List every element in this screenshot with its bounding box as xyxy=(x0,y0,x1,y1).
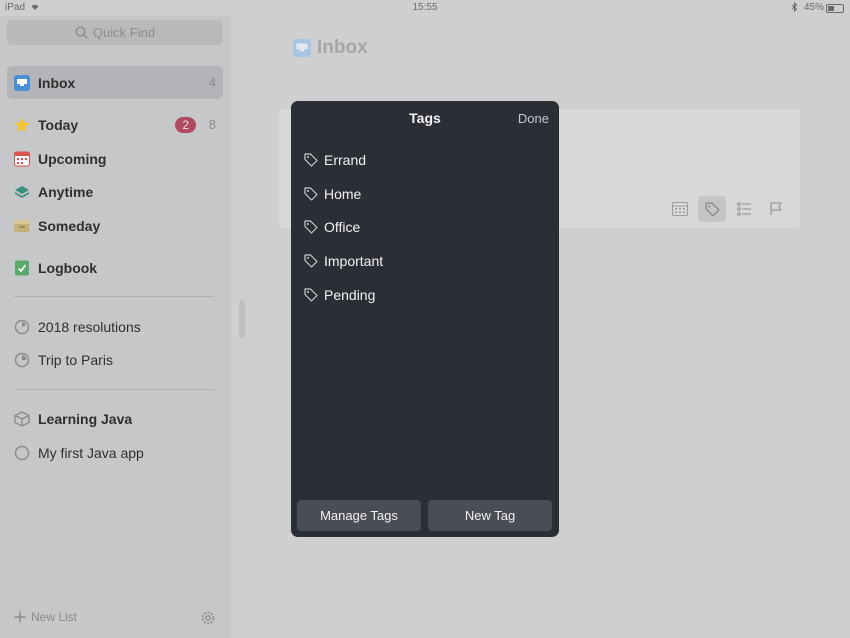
sidebar-item-label: Someday xyxy=(38,217,101,234)
battery-percent: 45% xyxy=(804,2,825,13)
tag-icon xyxy=(304,220,318,234)
sidebar-divider xyxy=(14,389,214,390)
calendar-icon xyxy=(14,151,30,167)
manage-tags-button[interactable]: Manage Tags xyxy=(297,500,421,531)
battery-icon xyxy=(826,4,844,13)
sidebar-item-inbox[interactable]: Inbox 4 xyxy=(7,66,223,99)
checklist-icon xyxy=(736,202,751,216)
sidebar-item-upcoming[interactable]: Upcoming xyxy=(7,142,223,175)
tag-icon xyxy=(304,288,318,302)
sidebar-area[interactable]: Learning Java xyxy=(7,402,223,435)
quick-find-search[interactable]: Quick Find xyxy=(7,20,223,45)
page-title-text: Inbox xyxy=(317,37,368,58)
logbook-icon xyxy=(14,260,30,276)
today-count: 8 xyxy=(208,117,216,132)
tag-icon xyxy=(704,201,720,217)
sidebar-item-label: Today xyxy=(38,116,79,133)
sidebar-item-label: Trip to Paris xyxy=(38,351,113,368)
inbox-icon xyxy=(293,39,311,57)
sidebar-resize-handle[interactable] xyxy=(239,300,245,338)
sidebar-item-label: Learning Java xyxy=(38,410,133,427)
search-icon xyxy=(75,26,88,39)
page-title: Inbox xyxy=(293,37,368,59)
tag-label: Pending xyxy=(324,287,376,303)
tag-icon xyxy=(304,153,318,167)
sidebar-item-label: Inbox xyxy=(38,74,76,91)
tag-item[interactable]: Pending xyxy=(304,282,544,308)
new-list-button[interactable]: New List xyxy=(14,610,77,624)
done-button[interactable]: Done xyxy=(518,111,549,126)
new-tag-button[interactable]: New Tag xyxy=(428,500,552,531)
tag-label: Office xyxy=(324,219,361,235)
tag-icon xyxy=(304,254,318,268)
sidebar-project[interactable]: 2018 resolutions xyxy=(7,310,223,343)
status-bar: iPad 15:55 45% xyxy=(0,0,850,16)
sidebar-item-label: Anytime xyxy=(38,183,94,200)
archive-box-icon xyxy=(14,218,30,234)
quick-find-placeholder: Quick Find xyxy=(92,25,156,40)
project-progress-icon xyxy=(14,445,30,461)
tag-icon xyxy=(304,187,318,201)
tags-popover: Tags Done Errand Home Office Important P… xyxy=(291,101,559,537)
sidebar: Quick Find Inbox 4 Today 2 8 Upcoming An… xyxy=(0,16,231,638)
calendar-icon xyxy=(672,202,688,216)
tag-item[interactable]: Office xyxy=(304,214,544,240)
tag-item[interactable]: Errand xyxy=(304,147,544,173)
star-icon xyxy=(14,117,30,133)
inbox-count: 4 xyxy=(208,75,216,90)
layers-icon xyxy=(14,184,30,200)
settings-gear-icon[interactable] xyxy=(200,610,216,626)
sidebar-item-today[interactable]: Today 2 8 xyxy=(7,108,223,141)
tag-label: Important xyxy=(324,253,384,269)
deadline-flag-button[interactable] xyxy=(762,196,790,222)
sidebar-project[interactable]: Trip to Paris xyxy=(7,343,223,376)
flag-icon xyxy=(770,202,782,215)
project-progress-icon xyxy=(14,319,30,335)
tags-button[interactable] xyxy=(698,196,726,222)
tag-label: Errand xyxy=(324,152,367,168)
checklist-button[interactable] xyxy=(730,196,758,222)
sidebar-item-label: 2018 resolutions xyxy=(38,318,141,335)
sidebar-item-label: Logbook xyxy=(38,259,98,276)
plus-icon xyxy=(14,611,26,623)
area-cube-icon xyxy=(14,410,30,427)
sidebar-divider xyxy=(14,296,214,297)
sidebar-item-label: Upcoming xyxy=(38,150,107,167)
sidebar-item-logbook[interactable]: Logbook xyxy=(7,251,223,284)
sidebar-item-someday[interactable]: Someday xyxy=(7,209,223,242)
new-list-label: New List xyxy=(31,610,78,624)
sidebar-project[interactable]: My first Java app xyxy=(7,436,223,469)
when-calendar-button[interactable] xyxy=(666,196,694,222)
sidebar-item-label: My first Java app xyxy=(38,444,144,461)
tag-item[interactable]: Important xyxy=(304,248,544,274)
sidebar-item-anytime[interactable]: Anytime xyxy=(7,175,223,208)
project-progress-icon xyxy=(14,352,30,368)
tag-label: Home xyxy=(324,186,362,202)
clock: 15:55 xyxy=(412,2,438,13)
inbox-icon xyxy=(14,74,30,91)
bluetooth-icon xyxy=(791,1,798,15)
today-due-badge: 2 xyxy=(175,116,196,133)
tag-item[interactable]: Home xyxy=(304,181,544,207)
